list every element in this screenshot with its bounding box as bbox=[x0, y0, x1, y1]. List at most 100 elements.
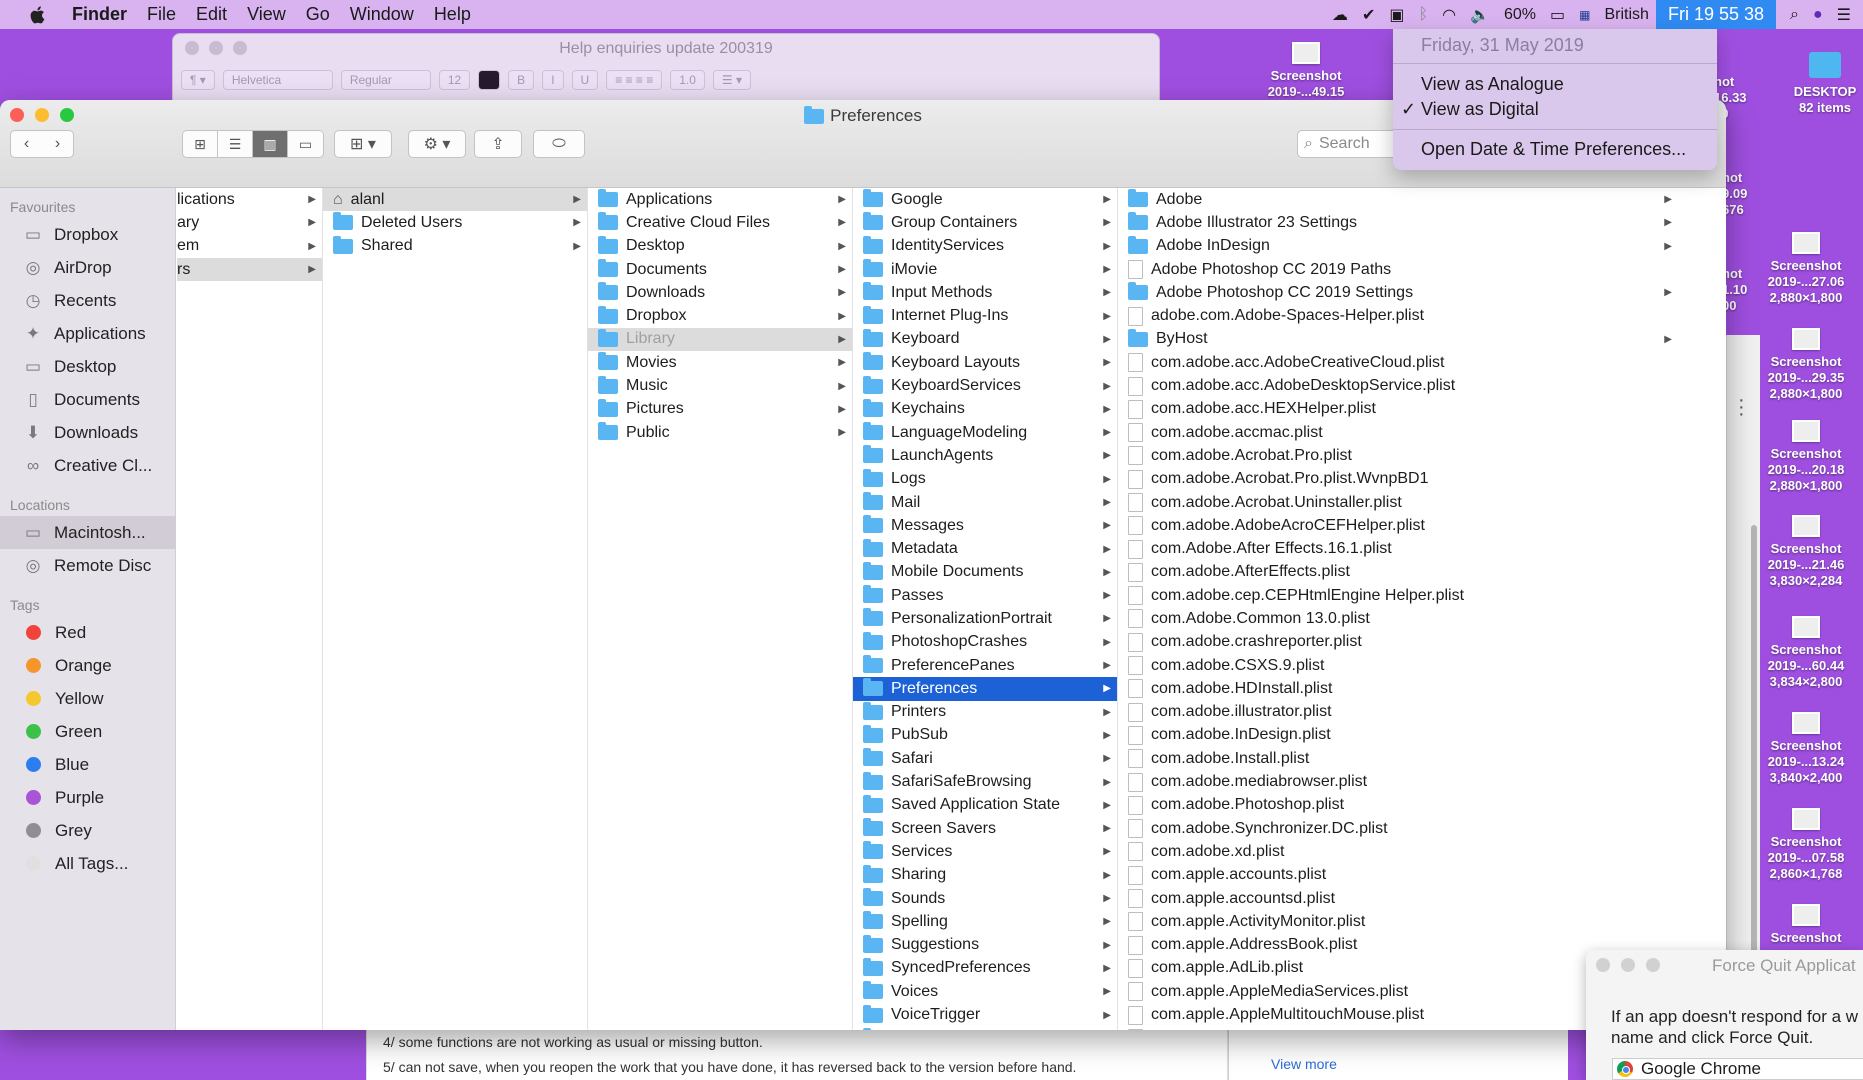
column-item[interactable]: Documents ▶ bbox=[588, 258, 852, 281]
sidebar-item-dropbox[interactable]: ▭ Dropbox bbox=[0, 218, 175, 251]
column-item[interactable]: Sharing ▶ bbox=[853, 864, 1117, 887]
file-row[interactable]: com.adobe.crashreporter.plist bbox=[1118, 631, 1678, 654]
column-item[interactable]: em ▶ bbox=[177, 235, 322, 258]
column-item[interactable]: Desktop ▶ bbox=[588, 235, 852, 258]
file-row[interactable]: com.adobe.cep.CEPHtmlEngine Helper.plist bbox=[1118, 584, 1678, 607]
column-item[interactable]: PhotoshopCrashes ▶ bbox=[853, 631, 1117, 654]
menu-help[interactable]: Help bbox=[434, 4, 471, 25]
spotlight-icon[interactable]: ⌕ bbox=[1790, 6, 1799, 24]
column-item[interactable]: Passes ▶ bbox=[853, 584, 1117, 607]
file-row[interactable]: com.adobe.xd.plist bbox=[1118, 840, 1678, 863]
file-row[interactable]: com.Adobe.Common 13.0.plist bbox=[1118, 607, 1678, 630]
column-item[interactable]: LanguageModeling ▶ bbox=[853, 421, 1117, 444]
column-item[interactable]: Services ▶ bbox=[853, 840, 1117, 863]
sidebar-item-applications[interactable]: ✦ Applications bbox=[0, 317, 175, 350]
sidebar-tag-item[interactable]: Yellow bbox=[0, 682, 175, 715]
column-item[interactable]: iMovie ▶ bbox=[853, 258, 1117, 281]
desktop-screenshot-8[interactable]: Screenshot bbox=[1758, 904, 1854, 946]
file-row[interactable]: Adobe ▶ bbox=[1118, 188, 1678, 211]
menu-item-open-date-time-prefs[interactable]: Open Date & Time Preferences... bbox=[1421, 139, 1686, 160]
close-icon[interactable] bbox=[1596, 958, 1610, 972]
column-item[interactable]: Input Methods ▶ bbox=[853, 281, 1117, 304]
sidebar-item-macintosh-hd[interactable]: ▭ Macintosh... bbox=[0, 516, 175, 549]
font-style-select[interactable]: Regular bbox=[340, 70, 431, 90]
column-item[interactable]: Keychains ▶ bbox=[853, 398, 1117, 421]
column-item[interactable]: lications ▶ bbox=[177, 188, 322, 211]
column-item[interactable]: Pictures ▶ bbox=[588, 398, 852, 421]
italic-button[interactable]: I bbox=[542, 70, 564, 90]
file-row[interactable]: Adobe Illustrator 23 Settings ▶ bbox=[1118, 211, 1678, 234]
column-item[interactable]: Spelling ▶ bbox=[853, 910, 1117, 933]
sidebar-item-recents[interactable]: ◷ Recents bbox=[0, 284, 175, 317]
column-item[interactable]: Deleted Users ▶ bbox=[323, 211, 587, 234]
creative-cloud-status-icon[interactable]: ☁ bbox=[1332, 5, 1348, 25]
desktop-screenshot-top-1[interactable]: Screenshot 2019-...49.15 bbox=[1258, 42, 1354, 100]
battery-icon[interactable]: ▭ bbox=[1550, 5, 1565, 25]
file-row[interactable]: com.adobe.HDInstall.plist bbox=[1118, 677, 1678, 700]
sidebar-item-desktop[interactable]: ▭ Desktop bbox=[0, 350, 175, 383]
column-item[interactable]: Applications ▶ bbox=[588, 188, 852, 211]
column-item[interactable]: Mail ▶ bbox=[853, 491, 1117, 514]
file-row[interactable]: com.adobe.CSXS.9.plist bbox=[1118, 654, 1678, 677]
file-row[interactable]: com.adobe.Acrobat.Pro.plist bbox=[1118, 444, 1678, 467]
file-row[interactable]: com.adobe.acc.HEXHelper.plist bbox=[1118, 398, 1678, 421]
line-spacing-select[interactable]: 1.0 bbox=[670, 70, 705, 90]
font-family-select[interactable]: Helvetica bbox=[222, 70, 333, 90]
sidebar-tag-item[interactable]: Red bbox=[0, 616, 175, 649]
column-item[interactable]: Internet Plug-Ins ▶ bbox=[853, 304, 1117, 327]
column-item[interactable]: IdentityServices ▶ bbox=[853, 235, 1117, 258]
desktop-screenshot-3[interactable]: Screenshot 2019-...20.18 2,880×1,800 bbox=[1758, 420, 1854, 494]
sidebar-tag-item[interactable]: Green bbox=[0, 715, 175, 748]
check-status-icon[interactable]: ✔ bbox=[1362, 5, 1375, 25]
menu-item-view-analogue[interactable]: View as Analogue bbox=[1421, 74, 1564, 95]
menu-file[interactable]: File bbox=[147, 4, 176, 25]
menu-go[interactable]: Go bbox=[306, 4, 330, 25]
desktop-partial-icon-3[interactable]: hot 1.10 00 bbox=[1722, 266, 1756, 314]
scrollbar-thumb[interactable] bbox=[1751, 525, 1757, 975]
file-row[interactable]: com.apple.ActivityMonitor.plist bbox=[1118, 910, 1678, 933]
sidebar-item-creative-cloud[interactable]: ∞ Creative Cl... bbox=[0, 449, 175, 482]
column-item[interactable]: PreferencePanes ▶ bbox=[853, 654, 1117, 677]
column-item[interactable]: SafariSafeBrowsing ▶ bbox=[853, 770, 1117, 793]
file-row[interactable]: com.adobe.illustrator.plist bbox=[1118, 701, 1678, 724]
column-item[interactable]: KeyboardServices ▶ bbox=[853, 374, 1117, 397]
minimize-icon[interactable] bbox=[1621, 958, 1635, 972]
column-item[interactable]: ⌂ alanl ▶ bbox=[323, 188, 587, 212]
group-by-button[interactable]: ⊞ ▾ bbox=[334, 130, 392, 158]
menu-item-view-digital[interactable]: ✓ View as Digital bbox=[1401, 99, 1539, 120]
action-button[interactable]: ⚙ ▾ bbox=[408, 130, 466, 158]
text-color-swatch[interactable] bbox=[478, 70, 501, 90]
column-item[interactable]: Printers ▶ bbox=[853, 701, 1117, 724]
list-view-icon[interactable]: ☰ bbox=[218, 131, 253, 157]
column-item[interactable]: Shared ▶ bbox=[323, 235, 587, 258]
column-item[interactable]: WebKit▶ bbox=[853, 1027, 1117, 1030]
file-row[interactable]: com.adobe.Acrobat.Uninstaller.plist bbox=[1118, 491, 1678, 514]
sidebar-item-documents[interactable]: ▯ Documents bbox=[0, 383, 175, 416]
column-item[interactable]: Keyboard ▶ bbox=[853, 328, 1117, 351]
apple-icon[interactable] bbox=[24, 4, 52, 26]
gallery-view-icon[interactable]: ▭ bbox=[288, 131, 323, 157]
force-quit-app-row[interactable]: Google Chrome bbox=[1612, 1058, 1863, 1080]
align-buttons[interactable]: ≡ ≡ ≡ ≡ bbox=[606, 70, 663, 90]
column-item[interactable]: rs ▶ bbox=[177, 257, 322, 282]
file-row[interactable]: com.adobe.mediabrowser.plist bbox=[1118, 770, 1678, 793]
column-item[interactable]: Keyboard Layouts ▶ bbox=[853, 351, 1117, 374]
search-field[interactable]: ⌕ Search bbox=[1297, 130, 1401, 158]
column-item[interactable]: Sounds ▶ bbox=[853, 887, 1117, 910]
file-row[interactable]: com.adobe.Synchronizer.DC.plist bbox=[1118, 817, 1678, 840]
input-source-label[interactable]: British bbox=[1605, 6, 1649, 24]
file-row[interactable]: com.apple.accounts.plist bbox=[1118, 864, 1678, 887]
column-item[interactable]: Creative Cloud Files ▶ bbox=[588, 211, 852, 234]
column-item[interactable]: Messages ▶ bbox=[853, 514, 1117, 537]
view-more-link[interactable]: View more bbox=[1271, 1056, 1337, 1072]
menu-view[interactable]: View bbox=[247, 4, 286, 25]
column-item[interactable]: Screen Savers ▶ bbox=[853, 817, 1117, 840]
underline-button[interactable]: U bbox=[571, 70, 599, 90]
file-row[interactable]: Adobe Photoshop CC 2019 Paths bbox=[1118, 258, 1678, 281]
column-item[interactable]: Library ▶ bbox=[588, 327, 852, 352]
sidebar-tag-item[interactable]: Purple bbox=[0, 781, 175, 814]
file-row[interactable]: adobe.com.Adobe-Spaces-Helper.plist bbox=[1118, 304, 1678, 327]
zoom-icon[interactable] bbox=[1646, 958, 1660, 972]
list-style-select[interactable]: ☰ ▾ bbox=[712, 70, 752, 90]
wifi-icon[interactable]: ◠ bbox=[1442, 5, 1456, 25]
